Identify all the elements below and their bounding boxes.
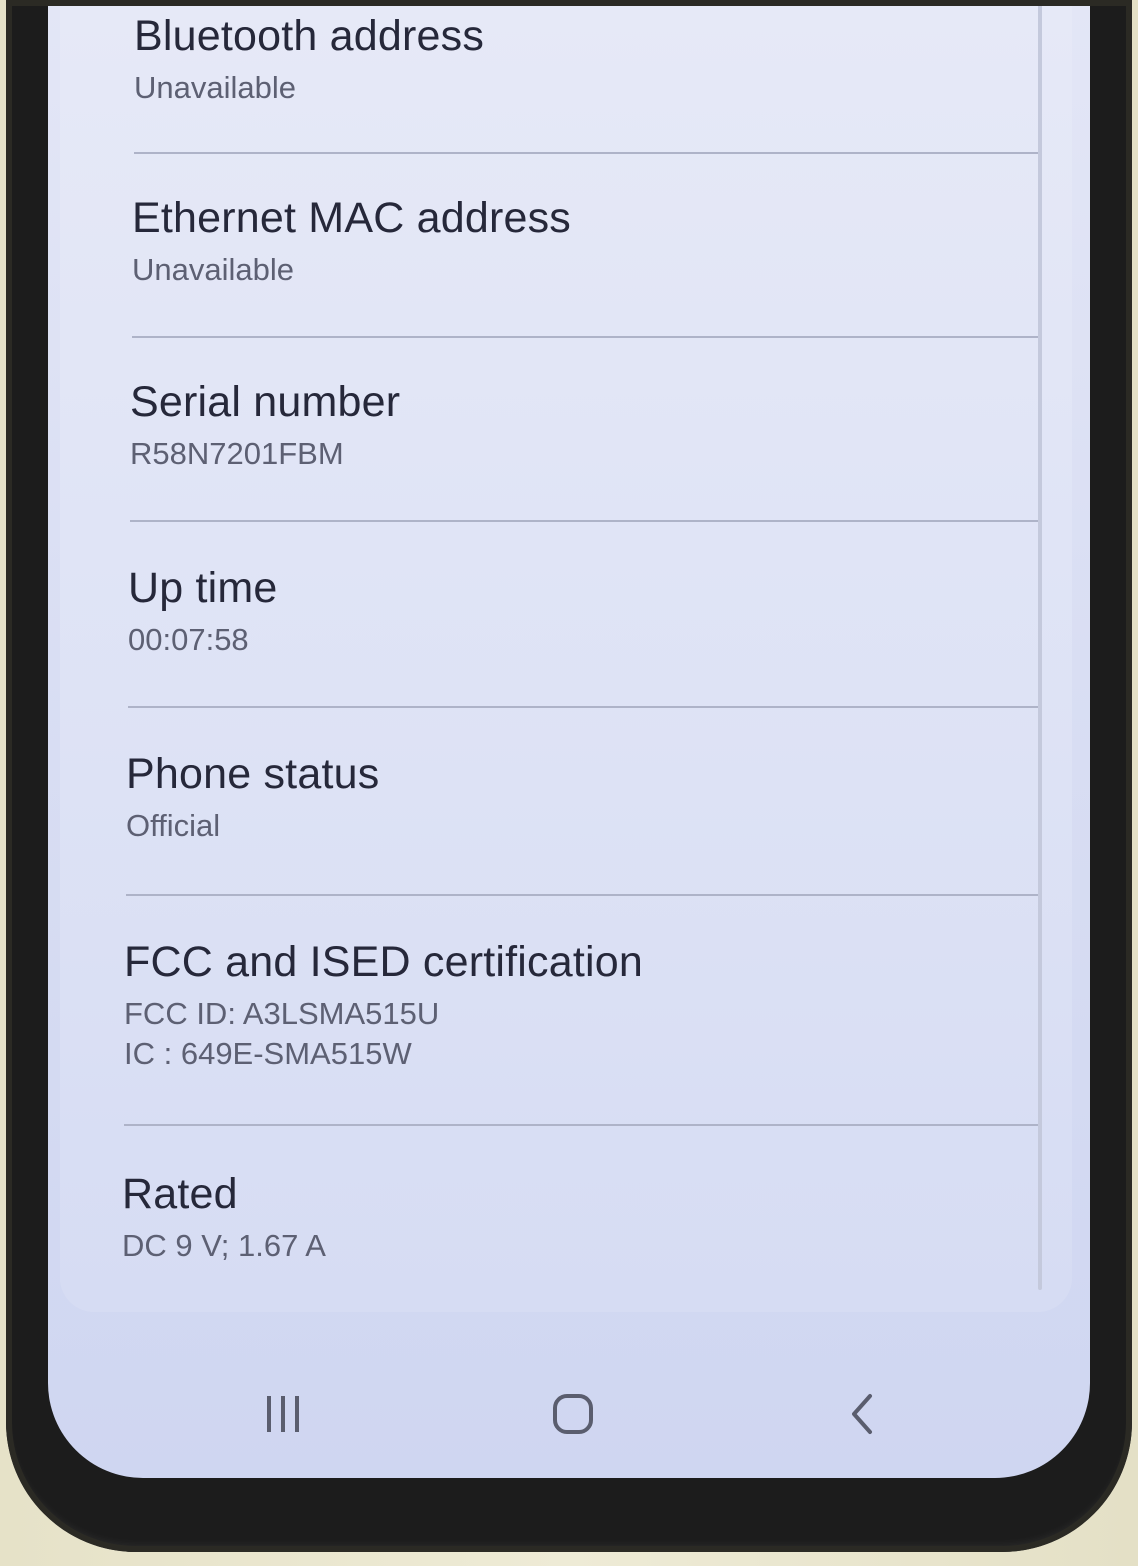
settings-list: Bluetooth address Unavailable Ethernet M…	[120, 0, 1040, 1296]
list-item-fcc-ised-certification[interactable]: FCC and ISED certification FCC ID: A3LSM…	[124, 896, 1040, 1126]
list-item-phone-status[interactable]: Phone status Official	[126, 708, 1040, 896]
list-item-bluetooth-address[interactable]: Bluetooth address Unavailable	[134, 0, 1040, 154]
item-value: Unavailable	[132, 252, 294, 287]
scrollbar[interactable]	[1038, 0, 1042, 1290]
item-value: 00:07:58	[128, 622, 249, 657]
navigation-bar	[48, 1312, 1090, 1478]
back-button[interactable]	[818, 1382, 908, 1446]
recent-apps-icon	[267, 1396, 299, 1432]
about-phone-card: Bluetooth address Unavailable Ethernet M…	[60, 0, 1072, 1312]
list-item-serial-number[interactable]: Serial number R58N7201FBM	[130, 338, 1040, 522]
item-title: Up time	[128, 564, 278, 612]
item-title: FCC and ISED certification	[124, 938, 643, 986]
item-value: Official	[126, 808, 221, 843]
item-value: Unavailable	[134, 70, 296, 105]
home-button[interactable]	[528, 1382, 618, 1446]
list-item-rated[interactable]: Rated DC 9 V; 1.67 A	[122, 1126, 1040, 1296]
item-title: Ethernet MAC address	[132, 194, 571, 242]
phone-screen: Bluetooth address Unavailable Ethernet M…	[48, 0, 1090, 1478]
item-value: R58N7201FBM	[130, 436, 344, 471]
back-icon	[852, 1394, 872, 1434]
home-icon	[553, 1394, 593, 1434]
item-title: Serial number	[130, 378, 401, 426]
list-item-ethernet-mac-address[interactable]: Ethernet MAC address Unavailable	[132, 154, 1040, 338]
item-title: Phone status	[126, 750, 380, 798]
list-item-up-time[interactable]: Up time 00:07:58	[128, 522, 1040, 708]
item-value-2: IC : 649E-SMA515W	[124, 1036, 412, 1071]
recent-apps-button[interactable]	[238, 1382, 328, 1446]
item-title: Rated	[122, 1170, 238, 1218]
item-value: DC 9 V; 1.67 A	[122, 1228, 326, 1263]
item-title: Bluetooth address	[134, 12, 485, 60]
item-value: FCC ID: A3LSMA515U	[124, 996, 440, 1031]
